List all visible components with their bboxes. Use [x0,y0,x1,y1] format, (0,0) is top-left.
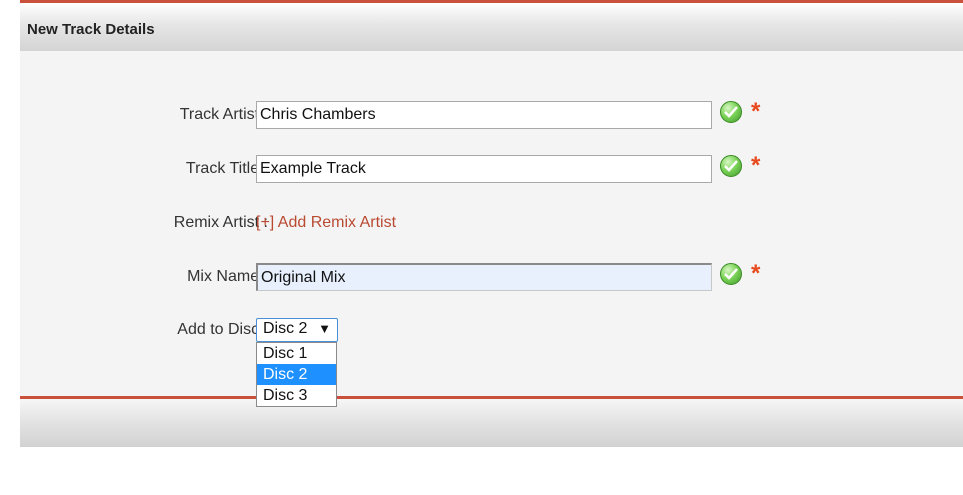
required-asterisk: * [751,152,761,179]
disc-option-selected[interactable]: Disc 2 [257,364,336,385]
track-artist-label: Track Artist : [179,106,268,123]
disc-select-value: Disc 2 [263,320,308,337]
dropdown-arrow-icon: ▼ [318,321,331,336]
track-title-row: Track Title : * [20,152,963,183]
add-to-disc-label: Add to Disc : [177,321,268,338]
disc-options-list: Disc 1 Disc 2 Disc 3 [256,342,337,407]
track-artist-row: Track Artist : * [20,98,963,129]
track-title-input[interactable] [256,155,712,183]
mix-name-row: Mix Name : * [20,260,963,291]
remix-artist-row: Remix Artist : [+] Add Remix Artist [20,209,963,237]
panel-title: New Track Details [27,21,155,38]
panel-header: New Track Details [20,0,963,51]
required-asterisk: * [751,98,761,125]
valid-checkmark-icon [720,155,742,177]
track-details-panel: New Track Details Track Artist : * Track… [20,0,963,447]
required-asterisk: * [751,260,761,287]
panel-footer [20,396,963,447]
valid-checkmark-icon [720,263,742,285]
add-to-disc-row: Add to Disc : Disc 2 ▼ [20,318,963,346]
mix-name-input[interactable] [256,263,712,291]
valid-checkmark-icon [720,101,742,123]
add-remix-artist-link[interactable]: [+] Add Remix Artist [256,214,396,232]
track-artist-input[interactable] [256,101,712,129]
disc-select[interactable]: Disc 2 ▼ [256,318,338,342]
disc-option[interactable]: Disc 1 [257,343,336,364]
disc-option[interactable]: Disc 3 [257,385,336,406]
remix-artist-label: Remix Artist : [173,214,268,231]
